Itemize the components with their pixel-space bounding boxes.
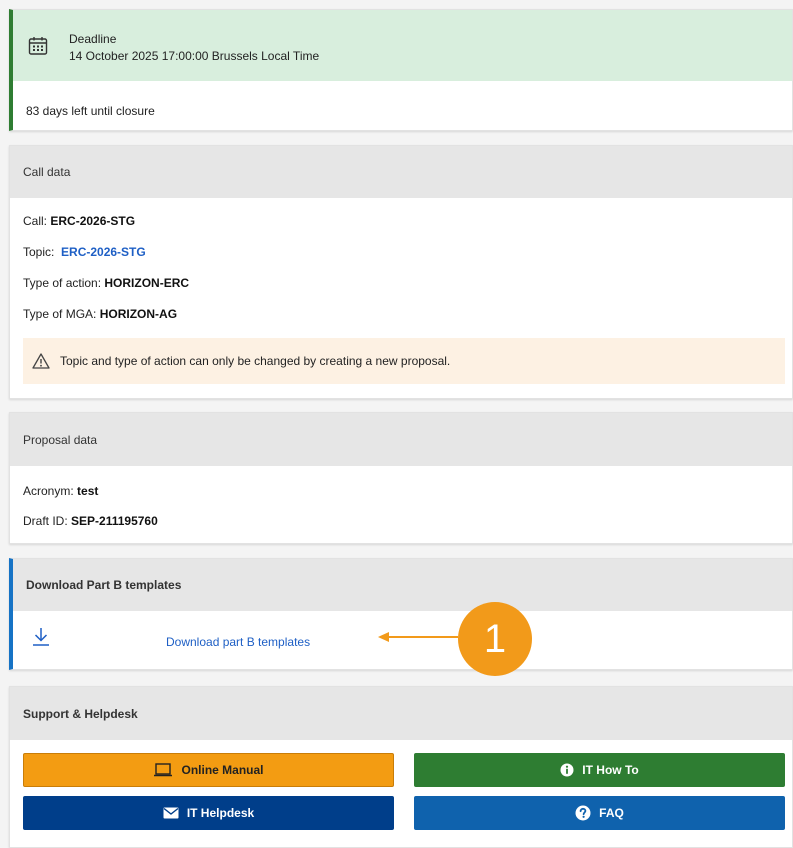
support-helpdesk-card: Support & Helpdesk Online Manual IT How … — [9, 686, 793, 848]
proposal-data-header: Proposal data — [10, 413, 792, 466]
support-helpdesk-header: Support & Helpdesk — [10, 687, 792, 740]
action-value: HORIZON-ERC — [104, 276, 190, 290]
draft-id-label: Draft ID: — [23, 514, 68, 528]
question-icon — [575, 805, 591, 821]
calendar-icon — [28, 37, 48, 55]
mga-row: Type of MGA: HORIZON-AG — [23, 307, 177, 321]
mga-label: Type of MGA: — [23, 307, 97, 321]
deadline-card: Deadline 14 October 2025 17:00:00 Brusse… — [9, 9, 793, 131]
it-helpdesk-label: IT Helpdesk — [186, 806, 255, 820]
online-manual-button[interactable]: Online Manual — [23, 753, 394, 787]
topic-label: Topic: — [23, 245, 55, 259]
laptop-icon — [154, 763, 173, 777]
warning-icon — [32, 353, 50, 369]
faq-label: FAQ — [599, 806, 624, 820]
envelope-icon — [163, 807, 179, 819]
annotation-callout: 1 — [458, 602, 532, 676]
topic-row: Topic: ERC-2026-STG — [23, 245, 146, 259]
online-manual-label: Online Manual — [181, 763, 264, 777]
download-templates-header: Download Part B templates — [13, 559, 792, 611]
it-helpdesk-button[interactable]: IT Helpdesk — [23, 796, 394, 830]
deadline-title: Deadline — [69, 32, 117, 46]
download-icon[interactable] — [32, 627, 50, 647]
topic-link[interactable]: ERC-2026-STG — [61, 245, 146, 259]
mga-value: HORIZON-AG — [99, 307, 178, 321]
download-templates-link[interactable]: Download part B templates — [166, 635, 310, 649]
deadline-banner: Deadline 14 October 2025 17:00:00 Brusse… — [13, 10, 792, 81]
proposal-data-card: Proposal data Acronym: test Draft ID: SE… — [9, 412, 793, 544]
draft-id-row: Draft ID: SEP-211195760 — [23, 514, 158, 528]
action-row: Type of action: HORIZON-ERC — [23, 276, 189, 290]
call-label: Call: — [23, 214, 48, 228]
it-how-to-button[interactable]: IT How To — [414, 753, 785, 787]
call-data-card: Call data Call: ERC-2026-STG Topic: ERC-… — [9, 145, 793, 399]
call-data-header: Call data — [10, 146, 792, 198]
acronym-label: Acronym: — [23, 484, 74, 498]
action-label: Type of action: — [23, 276, 102, 290]
acronym-row: Acronym: test — [23, 484, 98, 498]
download-templates-card: Download Part B templates Download part … — [9, 558, 793, 670]
call-row: Call: ERC-2026-STG — [23, 214, 135, 228]
days-left: 83 days left until closure — [26, 104, 155, 118]
annotation-arrow — [378, 632, 458, 642]
it-how-to-label: IT How To — [582, 763, 639, 777]
info-icon — [560, 763, 574, 777]
deadline-date: 14 October 2025 17:00:00 Brussels Local … — [69, 49, 320, 63]
warning-box: Topic and type of action can only be cha… — [23, 338, 785, 384]
warning-text: Topic and type of action can only be cha… — [60, 354, 451, 368]
draft-id-value: SEP-211195760 — [71, 514, 158, 528]
call-value: ERC-2026-STG — [50, 214, 136, 228]
acronym-value: test — [77, 484, 99, 498]
faq-button[interactable]: FAQ — [414, 796, 785, 830]
